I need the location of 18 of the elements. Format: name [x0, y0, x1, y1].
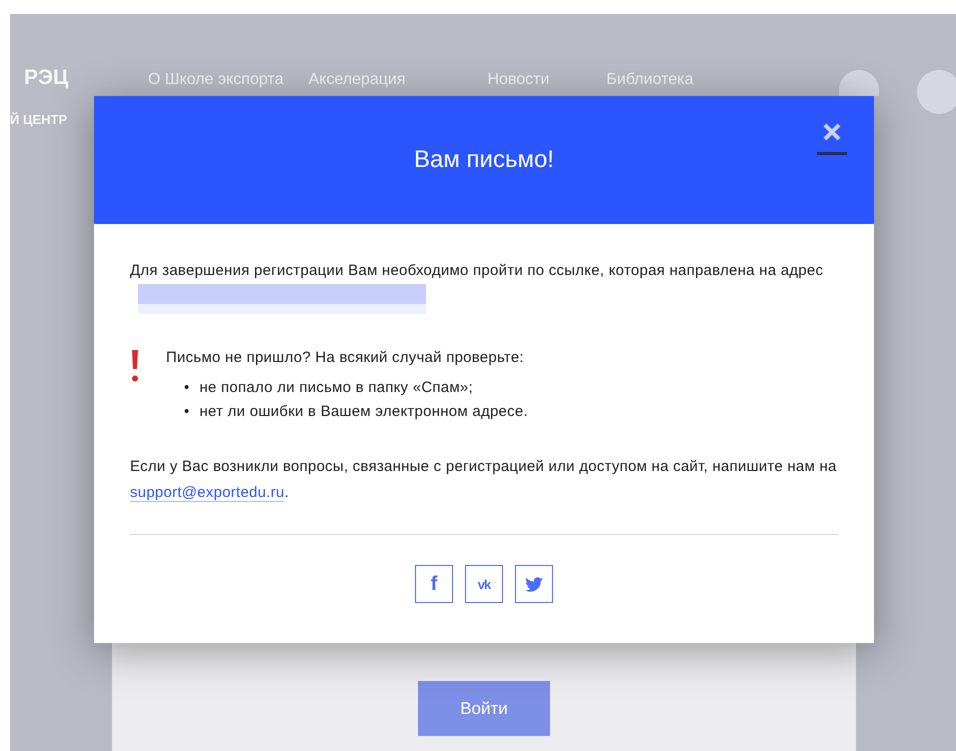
warning-icon — [132, 350, 138, 382]
logo-text: РЭЦ — [24, 66, 70, 90]
modal-title: Вам письмо! — [414, 146, 554, 174]
social-button[interactable] — [515, 565, 553, 603]
notice-item: не попало ли письмо в папку «Спам»; — [200, 378, 473, 398]
support-email-link[interactable]: support@exportedu.ru — [130, 484, 284, 502]
social-button[interactable]: f — [415, 565, 453, 603]
bird-icon — [524, 576, 544, 592]
list-bullet: • — [184, 378, 190, 398]
intro-text: Для завершения регистрации Вам необходимо пройти по ссылке, которая направлена на адрес — [130, 258, 838, 314]
notice-heading: Письмо не пришло? На всякий случай проверьте: — [166, 348, 525, 368]
support-text: Если у Вас возникли вопросы, связанные с регистрацией или доступом на сайт, напишите нам на support@exportedu.ru. — [130, 457, 838, 504]
notice-item: нет ли ошибки в Вашем электронном адресе. — [200, 402, 528, 422]
close-icon — [822, 122, 842, 142]
list-bullet: • — [184, 402, 190, 422]
login-button[interactable]: Войти — [418, 681, 550, 736]
social-button[interactable]: vk — [465, 565, 503, 603]
logo-subtitle: Й ЦЕНТР — [10, 112, 68, 127]
